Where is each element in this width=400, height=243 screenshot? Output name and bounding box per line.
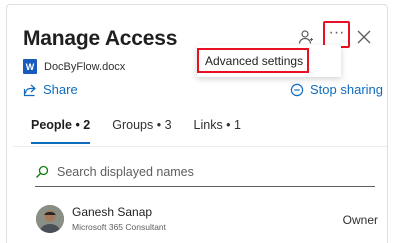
manage-access-panel: Manage Access ··· W DocByFlow.docx Share [6, 4, 388, 243]
file-info: W DocByFlow.docx [23, 59, 125, 74]
person-title: Microsoft 365 Consultant [72, 222, 167, 232]
share-button[interactable]: Share [23, 82, 78, 97]
person-glyph-icon [298, 30, 313, 44]
person-icon[interactable] [297, 28, 315, 46]
search-icon [36, 165, 49, 178]
tab-list: People • 2 Groups • 3 Links • 1 [31, 118, 263, 144]
search-box[interactable] [35, 157, 375, 187]
tab-groups[interactable]: Groups • 3 [112, 118, 171, 144]
avatar [36, 205, 64, 233]
list-item[interactable]: Ganesh Sanap Microsoft 365 Consultant Ow… [32, 202, 382, 236]
word-document-icon: W [23, 59, 37, 74]
search-input[interactable] [57, 164, 357, 179]
tabs-divider [13, 146, 387, 147]
file-name: DocByFlow.docx [44, 60, 126, 73]
tab-links[interactable]: Links • 1 [194, 118, 241, 144]
share-icon [23, 84, 36, 96]
more-options-button[interactable]: ··· [323, 21, 350, 48]
stop-sharing-label: Stop sharing [310, 82, 383, 97]
stop-sharing-icon [290, 83, 304, 96]
more-options-menu: Advanced settings [197, 45, 341, 77]
person-name: Ganesh Sanap [72, 205, 153, 219]
share-label: Share [43, 82, 78, 97]
menu-item-advanced-settings[interactable]: Advanced settings [197, 48, 309, 73]
tab-people[interactable]: People • 2 [31, 118, 91, 144]
page-title: Manage Access [23, 27, 178, 50]
more-icon: ··· [328, 24, 345, 41]
person-role[interactable]: Owner [343, 213, 378, 227]
close-icon[interactable] [354, 27, 374, 47]
stop-sharing-button[interactable]: Stop sharing [290, 82, 383, 97]
